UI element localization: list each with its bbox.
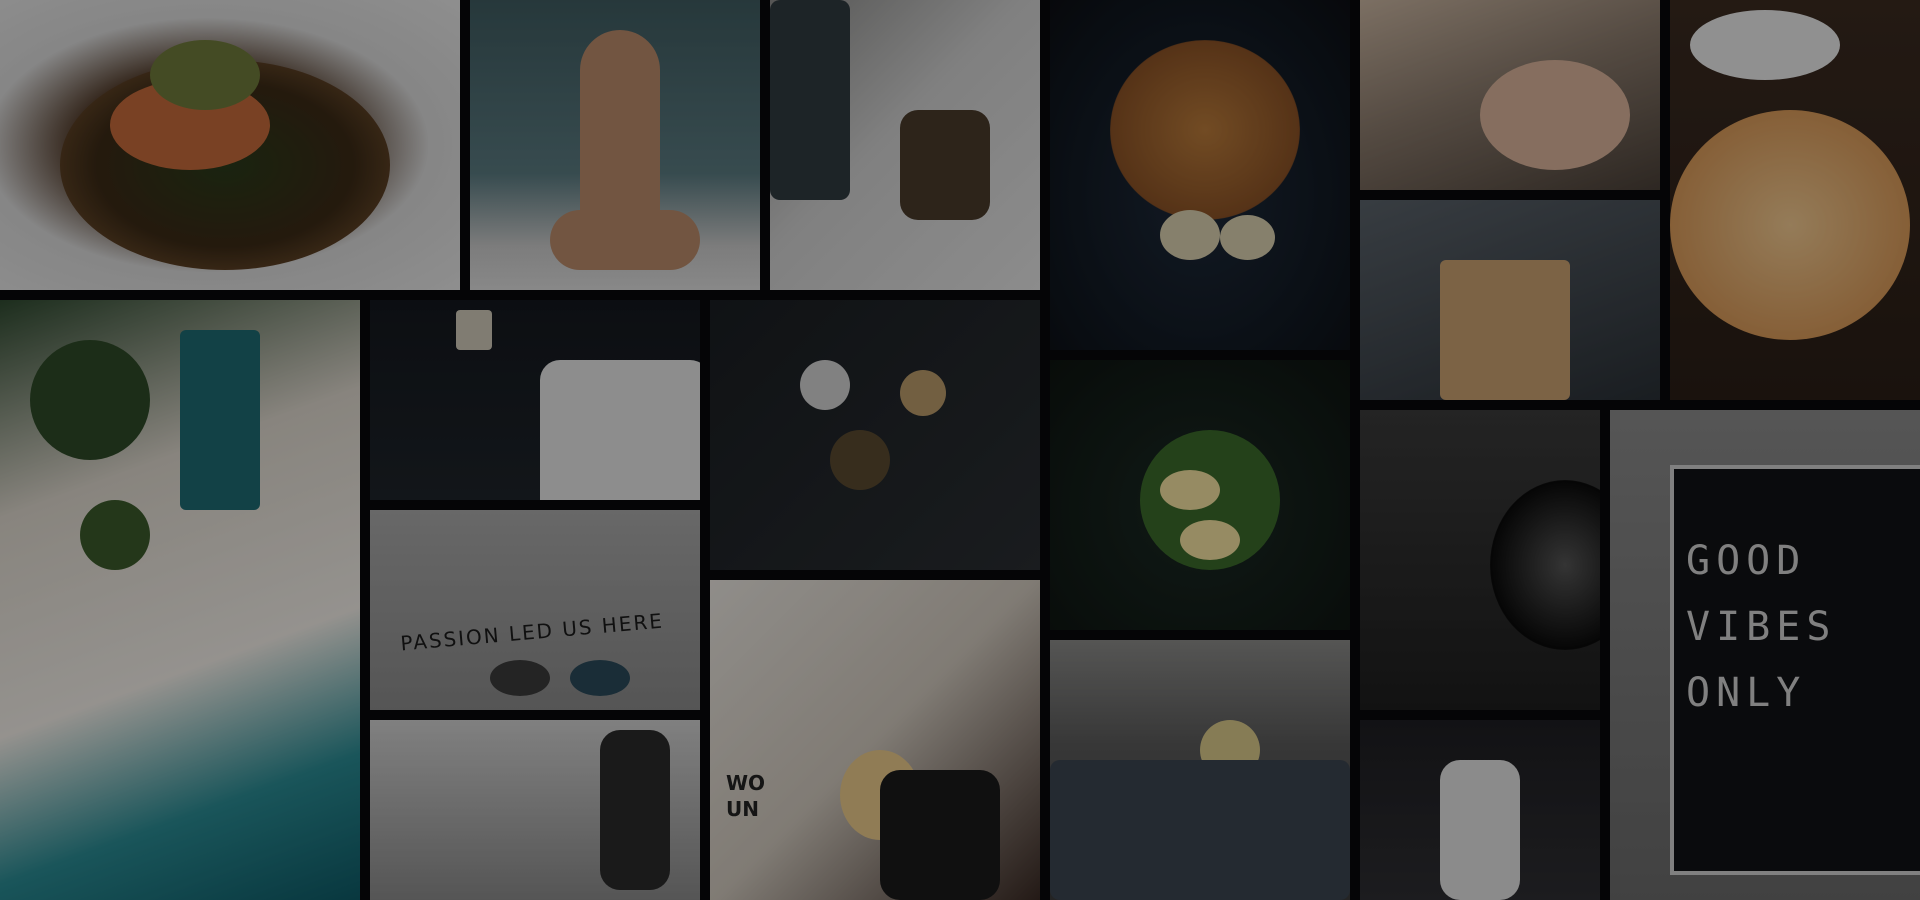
avocado-eggs-photo: [1050, 360, 1350, 630]
clothes-rack-photo: WO UN: [710, 580, 1040, 900]
hotel-bed-photo: [370, 300, 700, 500]
photo-collage-background: GOOD VIBES ONLY PASSION LED US HERE WO U…: [0, 0, 1920, 900]
wall-text: PASSION LED US HERE: [399, 608, 665, 656]
pizza-photo: [1670, 0, 1920, 400]
coffee-table-photo: [710, 300, 1040, 570]
passion-wall-photo: PASSION LED US HERE: [370, 510, 700, 710]
gym-lift-photo: [1360, 720, 1600, 900]
spa-massage-photo: [1360, 0, 1660, 190]
letterboard-photo: GOOD VIBES ONLY: [1610, 410, 1920, 900]
letterboard-text: GOOD VIBES ONLY: [1686, 538, 1837, 716]
shopping-bag-photo: [1360, 200, 1660, 400]
salmon-dish-photo: [0, 0, 460, 290]
woman-sea-photo: [470, 0, 760, 290]
barista-photo: [370, 720, 700, 900]
tshirt-text: WO UN: [726, 771, 766, 821]
boat-bag-photo: [770, 0, 1040, 290]
breakfast-bed-photo: [1050, 640, 1350, 900]
barbell-floor-photo: [1360, 410, 1600, 710]
aerial-beach-photo: [0, 300, 360, 900]
pancakes-photo: [1050, 0, 1350, 350]
